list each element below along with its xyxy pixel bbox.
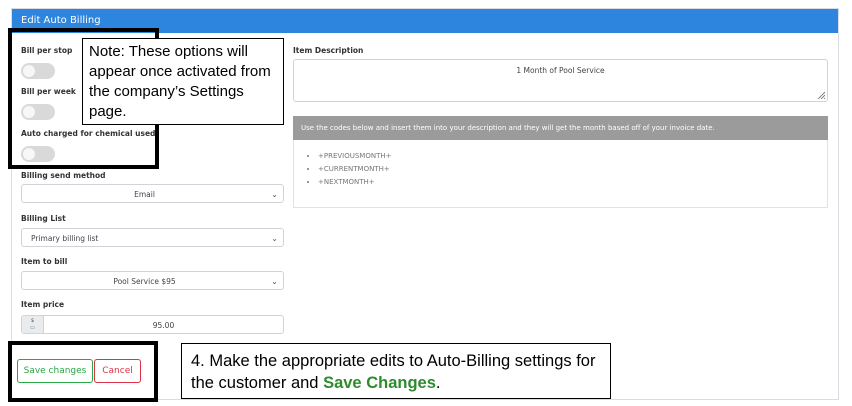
chevron-down-icon: ⌄ [271, 277, 278, 286]
codes-list-box: +PREVIOUSMONTH+ +CURRENTMONTH+ +NEXTMONT… [293, 140, 828, 208]
billing-list-select[interactable]: Primary billing list ⌄ [21, 228, 284, 247]
buttons-highlight-box [8, 341, 158, 402]
chevron-down-icon: ⌄ [271, 234, 278, 243]
item-to-bill-value: Pool Service $95 [113, 277, 176, 286]
chevron-down-icon: ⌄ [271, 190, 278, 199]
item-price-input[interactable]: $ ▭ 95.00 [21, 315, 284, 334]
code-item: +PREVIOUSMONTH+ [318, 150, 827, 163]
billing-list-label: Billing List [21, 214, 66, 223]
billing-send-method-select[interactable]: Email ⌄ [21, 184, 284, 203]
step-highlight: Save Changes [323, 374, 436, 392]
currency-prefix: $ ▭ [22, 316, 44, 333]
cash-icon: ▭ [30, 325, 35, 331]
settings-note-text: Note: These options will appear once act… [89, 43, 271, 120]
item-description-value: 1 Month of Pool Service [516, 66, 605, 75]
settings-note-callout: Note: These options will appear once act… [82, 38, 284, 125]
item-to-bill-label: Item to bill [21, 257, 68, 266]
codes-list: +PREVIOUSMONTH+ +CURRENTMONTH+ +NEXTMONT… [318, 150, 827, 189]
codes-info-text: Use the codes below and insert them into… [301, 124, 715, 132]
billing-send-method-value: Email [134, 190, 155, 199]
billing-send-method-label: Billing send method [21, 171, 106, 180]
item-description-label: Item Description [293, 46, 364, 55]
item-description-textarea[interactable]: 1 Month of Pool Service [293, 59, 828, 102]
item-to-bill-select[interactable]: Pool Service $95 ⌄ [21, 271, 284, 290]
step-end: . [435, 374, 441, 392]
code-item: +NEXTMONTH+ [318, 176, 827, 189]
item-price-value: 95.00 [152, 321, 175, 330]
item-price-label: Item price [21, 300, 65, 309]
code-item: +CURRENTMONTH+ [318, 163, 827, 176]
panel-title: Edit Auto Billing [21, 15, 101, 26]
codes-info-bar: Use the codes below and insert them into… [293, 116, 828, 140]
currency-symbol: $ [30, 318, 35, 324]
billing-list-value: Primary billing list [31, 234, 99, 243]
resize-handle-icon[interactable] [817, 91, 825, 99]
step-callout: 4. Make the appropriate edits to Auto-Bi… [181, 343, 611, 399]
